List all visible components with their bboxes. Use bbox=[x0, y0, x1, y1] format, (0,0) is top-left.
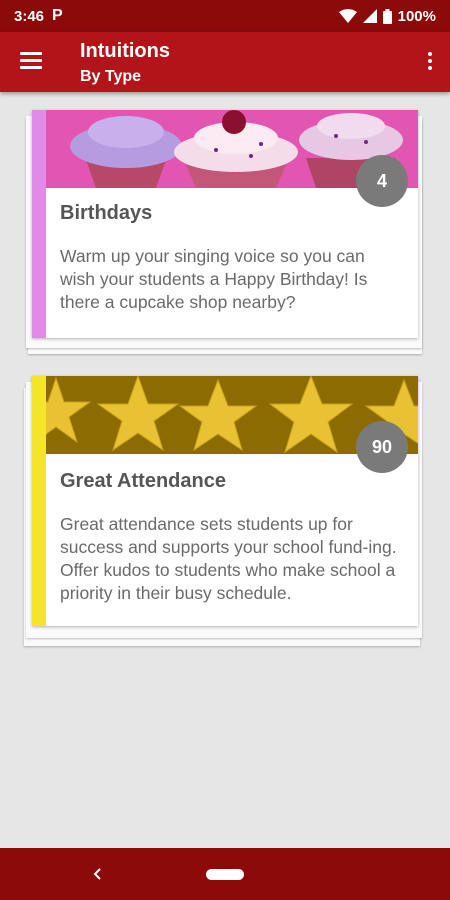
system-nav-bar bbox=[0, 848, 450, 900]
status-icons: 100% bbox=[338, 7, 436, 25]
back-icon[interactable] bbox=[88, 864, 108, 884]
count-badge: 90 bbox=[356, 421, 408, 473]
page-title: Intuitions bbox=[80, 40, 170, 62]
signal-icon bbox=[362, 9, 377, 23]
card-stack-great-attendance[interactable]: 90 Great Attendance Great attendance set… bbox=[24, 376, 426, 648]
status-time: 3:46 bbox=[14, 7, 45, 25]
card-description: Warm up your singing voice so you can wi… bbox=[60, 246, 368, 312]
status-bar: 3:46 P 100% bbox=[0, 0, 450, 32]
battery-icon bbox=[382, 8, 392, 24]
menu-icon[interactable] bbox=[20, 52, 42, 70]
card-stack-birthdays[interactable]: 4 Birthdays Warm up your singing voice s… bbox=[24, 110, 426, 355]
wifi-icon bbox=[338, 9, 357, 23]
card-description: Great attendance sets students up for su… bbox=[60, 514, 397, 603]
card-title: Great Attendance bbox=[60, 470, 226, 492]
home-pill-icon[interactable] bbox=[206, 869, 244, 880]
count-badge: 4 bbox=[356, 155, 408, 207]
card-great-attendance[interactable]: 90 Great Attendance Great attendance set… bbox=[32, 376, 418, 626]
card-accent-bar bbox=[32, 376, 46, 626]
battery-percent: 100% bbox=[397, 7, 436, 25]
notification-p-icon: P bbox=[52, 7, 63, 24]
card-accent-bar bbox=[32, 110, 46, 338]
more-vert-icon[interactable] bbox=[426, 52, 434, 72]
page-subtitle: By Type bbox=[80, 68, 142, 85]
app-bar: Intuitions By Type bbox=[0, 32, 450, 92]
card-birthdays[interactable]: 4 Birthdays Warm up your singing voice s… bbox=[32, 110, 418, 338]
card-title: Birthdays bbox=[60, 202, 153, 224]
